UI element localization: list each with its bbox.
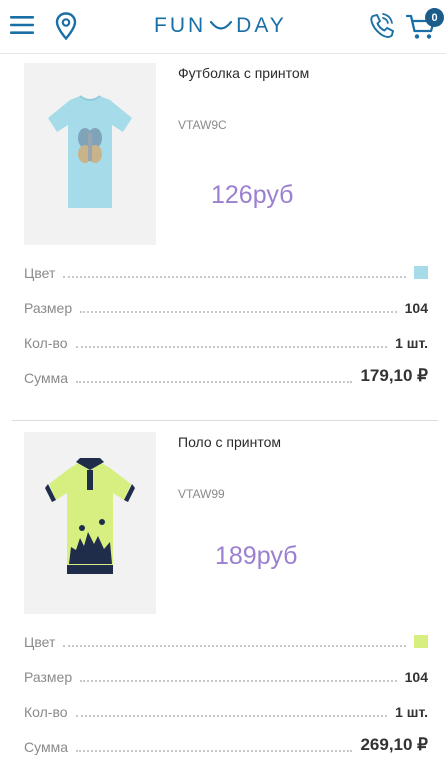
product-name[interactable]: Футболка с принтом [178,65,309,81]
size-value: 104 [404,300,428,316]
dotted-leader [80,311,397,313]
sum-row: Сумма 269,10 ₽ [24,733,428,755]
dotted-leader [76,381,353,383]
size-label: Размер [24,669,73,685]
quantity-label: Кол-во [24,704,68,720]
logo-smile-icon [210,20,233,30]
dotted-leader [75,346,388,348]
sum-label: Сумма [24,739,68,755]
size-value: 104 [404,669,428,685]
product-sku: VTAW9C [178,118,227,132]
quantity-row: Кол-во 1 шт. [24,698,428,720]
logo-text-left: FUN [154,14,207,37]
tshirt-picture [24,63,156,245]
item-divider [12,420,438,421]
product-price: 126руб [211,181,294,209]
color-label: Цвет [24,265,56,281]
dotted-leader [76,750,353,752]
dotted-leader [63,276,406,278]
size-row: Размер 104 [24,663,428,685]
sum-value: 179,10 ₽ [360,366,428,385]
product-sku: VTAW99 [178,487,225,501]
logo-text-right: DAY [236,14,287,37]
product-image[interactable] [24,63,156,245]
size-label: Размер [24,300,73,316]
quantity-value: 1 шт. [395,704,428,720]
sum-value: 269,10 ₽ [360,735,428,754]
brand-logo[interactable]: FUN DAY [154,13,287,39]
color-swatch [414,635,428,648]
color-label: Цвет [24,634,56,650]
color-swatch [414,266,428,279]
quantity-value: 1 шт. [395,335,428,351]
cart-count-badge: 0 [425,8,444,27]
sum-row: Сумма 179,10 ₽ [24,364,428,386]
size-row: Размер 104 [24,294,428,316]
menu-icon[interactable] [10,14,34,36]
product-image[interactable] [24,432,156,614]
quantity-label: Кол-во [24,335,68,351]
color-row: Цвет [24,628,428,650]
dotted-leader [75,715,388,717]
product-price: 189руб [215,542,298,570]
polo-picture [24,432,156,614]
color-row: Цвет [24,259,428,281]
dotted-leader [63,645,406,647]
dotted-leader [80,680,397,682]
location-pin-icon[interactable] [55,12,77,40]
sum-label: Сумма [24,370,68,386]
app-header: FUN DAY 0 [0,0,446,54]
quantity-row: Кол-во 1 шт. [24,329,428,351]
product-name[interactable]: Поло с принтом [178,434,281,450]
phone-icon[interactable] [368,12,394,40]
